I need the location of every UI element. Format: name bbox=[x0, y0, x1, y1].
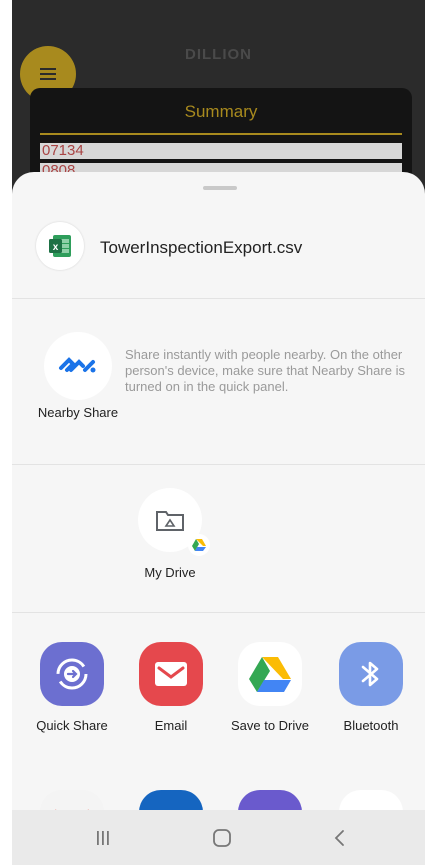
divider bbox=[12, 612, 425, 613]
file-name: TowerInspectionExport.csv bbox=[100, 238, 303, 257]
summary-row: 07134 bbox=[40, 143, 402, 159]
app-label: Email bbox=[154, 718, 188, 733]
app-bluetooth[interactable]: Bluetooth bbox=[321, 642, 421, 742]
share-sheet: x TowerInspectionExport.csv Nearby Share… bbox=[12, 172, 425, 865]
home-icon[interactable] bbox=[207, 824, 237, 852]
app-title: DILLION bbox=[185, 46, 252, 63]
quick-share-icon bbox=[40, 642, 104, 706]
app-label: Quick Share bbox=[36, 718, 108, 733]
divider bbox=[12, 464, 425, 465]
summary-title: Summary bbox=[184, 102, 258, 121]
shared-file-row: x TowerInspectionExport.csv bbox=[12, 202, 425, 294]
navigation-bar bbox=[12, 810, 425, 865]
recents-icon[interactable] bbox=[88, 824, 118, 852]
google-drive-badge-icon bbox=[188, 534, 210, 556]
app-quick-share[interactable]: Quick Share bbox=[22, 642, 122, 742]
divider bbox=[12, 298, 425, 299]
drag-handle[interactable] bbox=[203, 186, 237, 190]
google-drive-icon bbox=[238, 642, 302, 706]
svg-text:x: x bbox=[53, 242, 59, 253]
app-label: Bluetooth bbox=[343, 718, 399, 733]
menu-icon bbox=[40, 68, 56, 80]
back-icon[interactable] bbox=[325, 824, 355, 852]
nearby-share-label: Nearby Share bbox=[37, 405, 119, 420]
nearby-share-icon bbox=[59, 357, 96, 373]
my-drive-label: My Drive bbox=[144, 565, 196, 580]
nearby-share-description: Share instantly with people nearby. On t… bbox=[125, 347, 405, 394]
bluetooth-icon bbox=[339, 642, 403, 706]
app-save-to-drive[interactable]: Save to Drive bbox=[220, 642, 320, 742]
app-label: Save to Drive bbox=[230, 718, 310, 733]
summary-divider bbox=[40, 133, 402, 135]
app-email[interactable]: Email bbox=[121, 642, 221, 742]
nearby-share-button[interactable] bbox=[44, 332, 112, 400]
email-icon bbox=[139, 642, 203, 706]
drive-folder-icon bbox=[156, 511, 184, 531]
excel-icon: x bbox=[36, 222, 84, 270]
